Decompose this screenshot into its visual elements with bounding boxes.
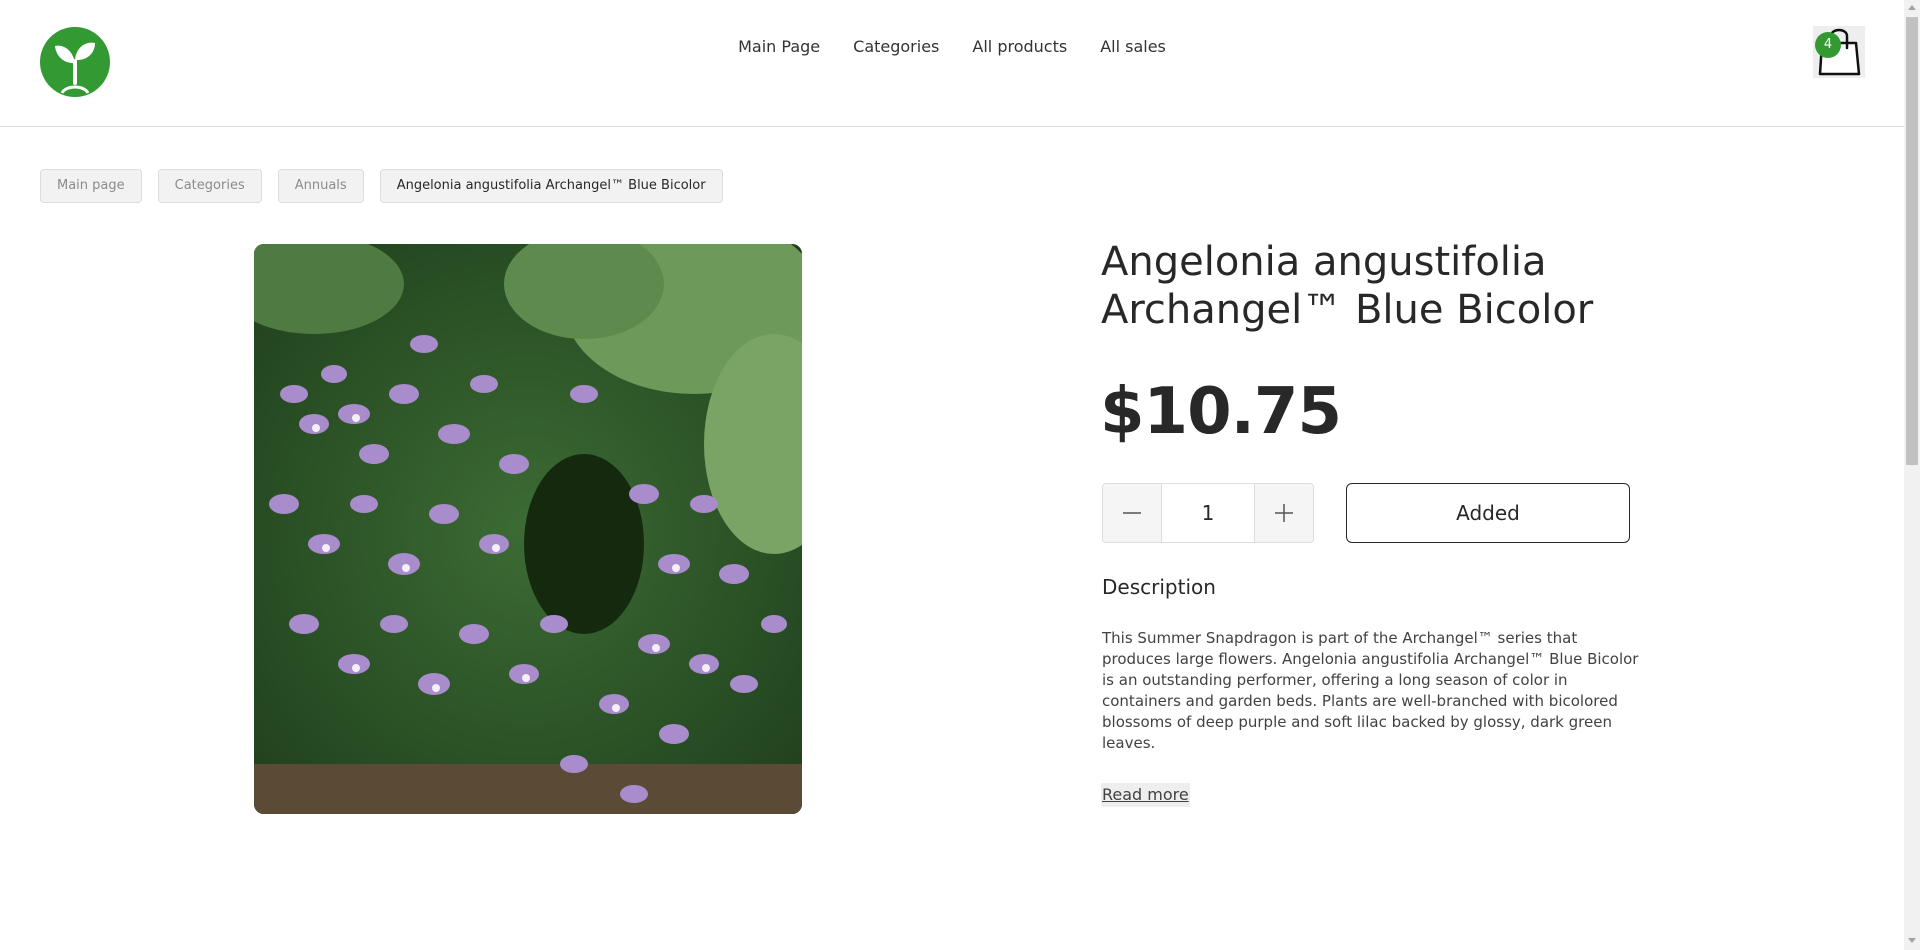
main-nav: Main Page Categories All products All sa… bbox=[0, 34, 1904, 60]
read-more-link[interactable]: Read more bbox=[1101, 783, 1190, 807]
product-price: $10.75 bbox=[1100, 375, 1342, 449]
minus-icon bbox=[1123, 512, 1141, 514]
add-to-cart-button[interactable]: Added bbox=[1346, 483, 1630, 543]
product-photo bbox=[254, 244, 802, 814]
cart-button[interactable]: 4 bbox=[1813, 26, 1865, 78]
site-header: Main Page Categories All products All sa… bbox=[0, 0, 1904, 127]
decrease-quantity-button[interactable] bbox=[1103, 484, 1162, 542]
page-scrollbar[interactable] bbox=[1904, 0, 1920, 950]
nav-main-page[interactable]: Main Page bbox=[737, 34, 821, 60]
nav-all-products[interactable]: All products bbox=[971, 34, 1068, 60]
nav-categories[interactable]: Categories bbox=[852, 34, 940, 60]
breadcrumb-annuals[interactable]: Annuals bbox=[277, 169, 364, 203]
breadcrumb-categories[interactable]: Categories bbox=[157, 169, 262, 203]
scroll-up-arrow-icon[interactable] bbox=[1908, 5, 1916, 10]
description-heading: Description bbox=[1102, 575, 1216, 599]
cart-count-badge: 4 bbox=[1815, 32, 1841, 58]
increase-quantity-button[interactable] bbox=[1254, 484, 1313, 542]
scrollbar-thumb[interactable] bbox=[1906, 17, 1918, 465]
product-description: This Summer Snapdragon is part of the Ar… bbox=[1102, 629, 1639, 752]
plus-icon bbox=[1275, 504, 1293, 522]
breadcrumb-current-product[interactable]: Angelonia angustifolia Archangel™ Blue B… bbox=[379, 169, 723, 203]
breadcrumb-main-page[interactable]: Main page bbox=[40, 169, 142, 203]
product-title: Angelonia angustifolia Archangel™ Blue B… bbox=[1101, 239, 1594, 333]
quantity-stepper: 1 bbox=[1102, 483, 1314, 543]
breadcrumb: Main page Categories Annuals Angelonia a… bbox=[40, 169, 723, 203]
scroll-down-arrow-icon[interactable] bbox=[1908, 938, 1916, 943]
quantity-value[interactable]: 1 bbox=[1162, 484, 1254, 542]
nav-all-sales[interactable]: All sales bbox=[1099, 34, 1167, 60]
